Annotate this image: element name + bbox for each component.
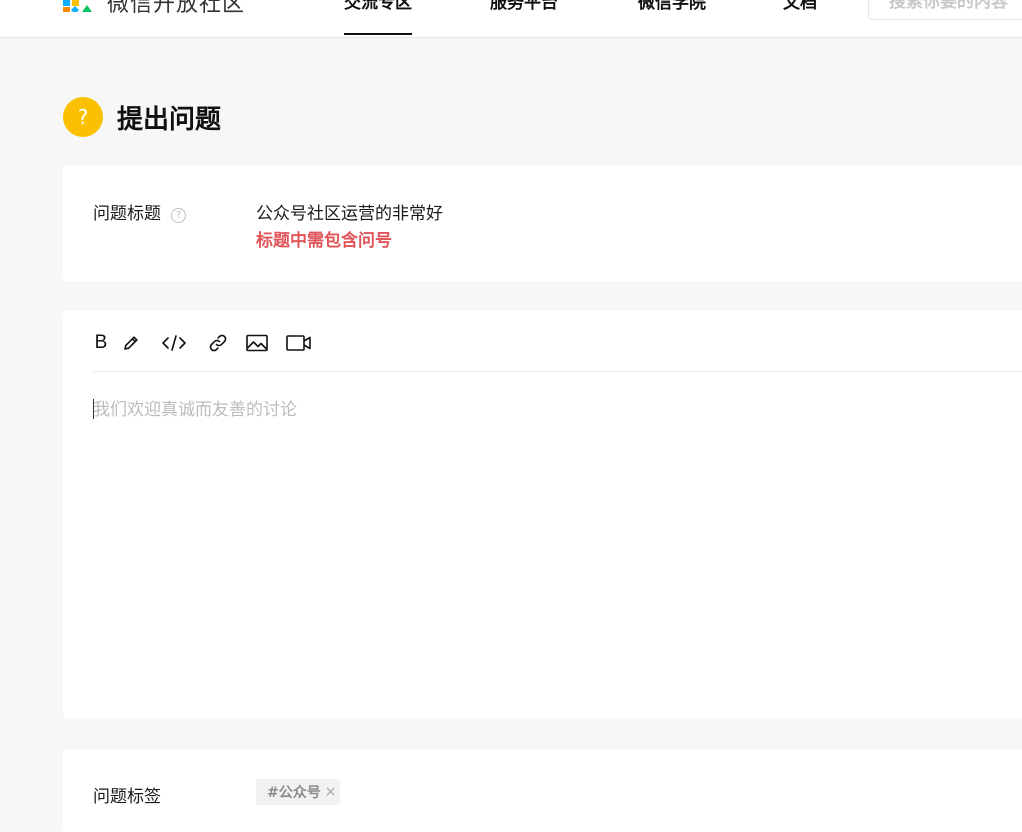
question-tags-label: 问题标签 (93, 787, 161, 807)
code-icon (162, 335, 186, 351)
tag-chip-text: #公众号 (267, 785, 321, 801)
question-tags-card: 问题标签 #公众号 × (63, 749, 1022, 832)
editor-toolbar: B (93, 331, 1022, 355)
question-title-input[interactable]: 公众号社区运营的非常好 (256, 199, 443, 224)
video-button[interactable] (285, 331, 313, 355)
image-icon (246, 334, 268, 352)
highlight-button[interactable] (121, 331, 141, 355)
nav-item-wechat-academy[interactable]: 微信学院 (638, 0, 706, 13)
question-body-editor-card: B (63, 311, 1022, 718)
image-button[interactable] (245, 331, 269, 355)
page-title: 提出问题 (117, 105, 222, 135)
toolbar-divider (93, 371, 1022, 372)
question-mark-icon: ? (63, 97, 103, 137)
nav-item-docs[interactable]: 文档 (783, 0, 817, 13)
question-title-label: 问题标题? (93, 199, 186, 224)
top-navigation-bar: 微信开放社区 交流专区 服务平台 微信学院 文档 (0, 0, 1022, 38)
nav-item-community[interactable]: 交流专区 (344, 0, 412, 35)
wechat-open-community-logo-icon[interactable] (63, 0, 95, 12)
help-icon[interactable]: ? (171, 208, 186, 223)
title-validation-error: 标题中需包含问号 (256, 231, 392, 251)
brand-name[interactable]: 微信开放社区 (107, 0, 245, 18)
pencil-icon (124, 336, 138, 350)
search-input[interactable] (868, 0, 1022, 20)
close-icon[interactable]: × (325, 784, 337, 800)
question-title-card: 问题标题? 公众号社区运营的非常好 标题中需包含问号 (63, 165, 1022, 281)
bold-button[interactable]: B (93, 331, 109, 355)
tag-chip[interactable]: #公众号 × (256, 779, 341, 805)
link-button[interactable] (207, 331, 229, 355)
question-body-textarea[interactable] (93, 395, 993, 695)
question-title-label-text: 问题标题 (93, 204, 161, 224)
text-cursor (93, 399, 94, 419)
link-icon (209, 334, 227, 352)
video-icon (286, 335, 311, 351)
code-button[interactable] (161, 331, 187, 355)
nav-item-service-platform[interactable]: 服务平台 (490, 0, 558, 13)
